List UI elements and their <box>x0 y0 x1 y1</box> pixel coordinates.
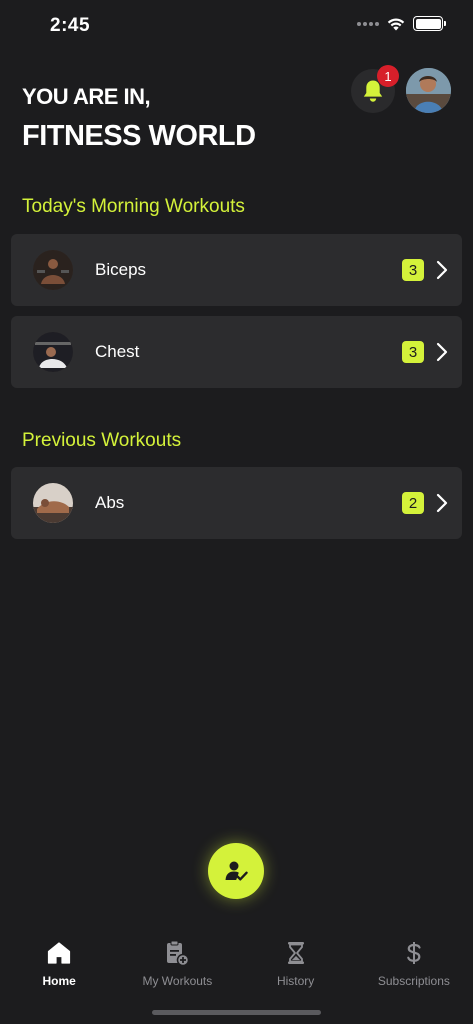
tab-label: My Workouts <box>142 974 213 988</box>
workout-name: Abs <box>95 493 125 512</box>
exercise-count-badge: 3 <box>402 259 424 281</box>
chevron-right-icon <box>436 342 448 362</box>
tab-my-workouts[interactable]: My Workouts <box>118 930 236 1000</box>
status-time: 2:45 <box>50 15 91 36</box>
hourglass-icon <box>283 940 309 966</box>
profile-photo <box>406 68 451 113</box>
bottom-tab-bar: Home My Workouts History Subscriptions <box>0 930 473 1000</box>
clipboard-add-icon <box>164 940 190 966</box>
workout-thumbnail <box>33 250 73 290</box>
chevron-right-icon <box>436 260 448 280</box>
tab-subscriptions[interactable]: Subscriptions <box>355 930 473 1000</box>
start-workout-button[interactable] <box>208 843 264 899</box>
workout-card-abs[interactable]: Abs 2 <box>11 467 462 539</box>
greeting-text: YOU ARE IN, <box>22 84 151 109</box>
cellular-signal-icon <box>357 21 379 26</box>
section-title-previous-workouts: Previous Workouts <box>22 430 182 451</box>
chevron-right-icon <box>436 493 448 513</box>
app-name: FITNESS WORLD <box>22 120 256 152</box>
workout-name: Biceps <box>95 260 147 279</box>
header-title: YOU ARE IN, FITNESS WORLD <box>22 84 256 153</box>
workout-card-chest[interactable]: Chest 3 <box>11 316 462 388</box>
status-icons <box>357 16 446 31</box>
workout-thumbnail <box>33 332 73 372</box>
status-bar: 2:45 <box>0 0 473 54</box>
home-indicator[interactable] <box>152 1010 321 1015</box>
tab-history[interactable]: History <box>237 930 355 1000</box>
user-check-icon <box>225 861 248 881</box>
tab-label: History <box>276 974 315 988</box>
battery-icon <box>413 16 446 31</box>
section-title-morning-workouts: Today's Morning Workouts <box>22 196 245 217</box>
workout-thumbnail <box>33 483 73 523</box>
notification-badge: 1 <box>377 65 399 87</box>
exercise-count-badge: 3 <box>402 341 424 363</box>
avatar[interactable] <box>406 68 451 113</box>
wifi-icon <box>387 18 405 30</box>
tab-label: Home <box>42 974 76 988</box>
exercise-count-badge: 2 <box>402 492 424 514</box>
home-icon <box>46 940 72 966</box>
workout-card-biceps[interactable]: Biceps 3 <box>11 234 462 306</box>
dollar-icon <box>401 940 427 966</box>
workout-name: Chest <box>95 342 140 361</box>
tab-home[interactable]: Home <box>0 930 118 1000</box>
tab-label: Subscriptions <box>377 974 450 988</box>
